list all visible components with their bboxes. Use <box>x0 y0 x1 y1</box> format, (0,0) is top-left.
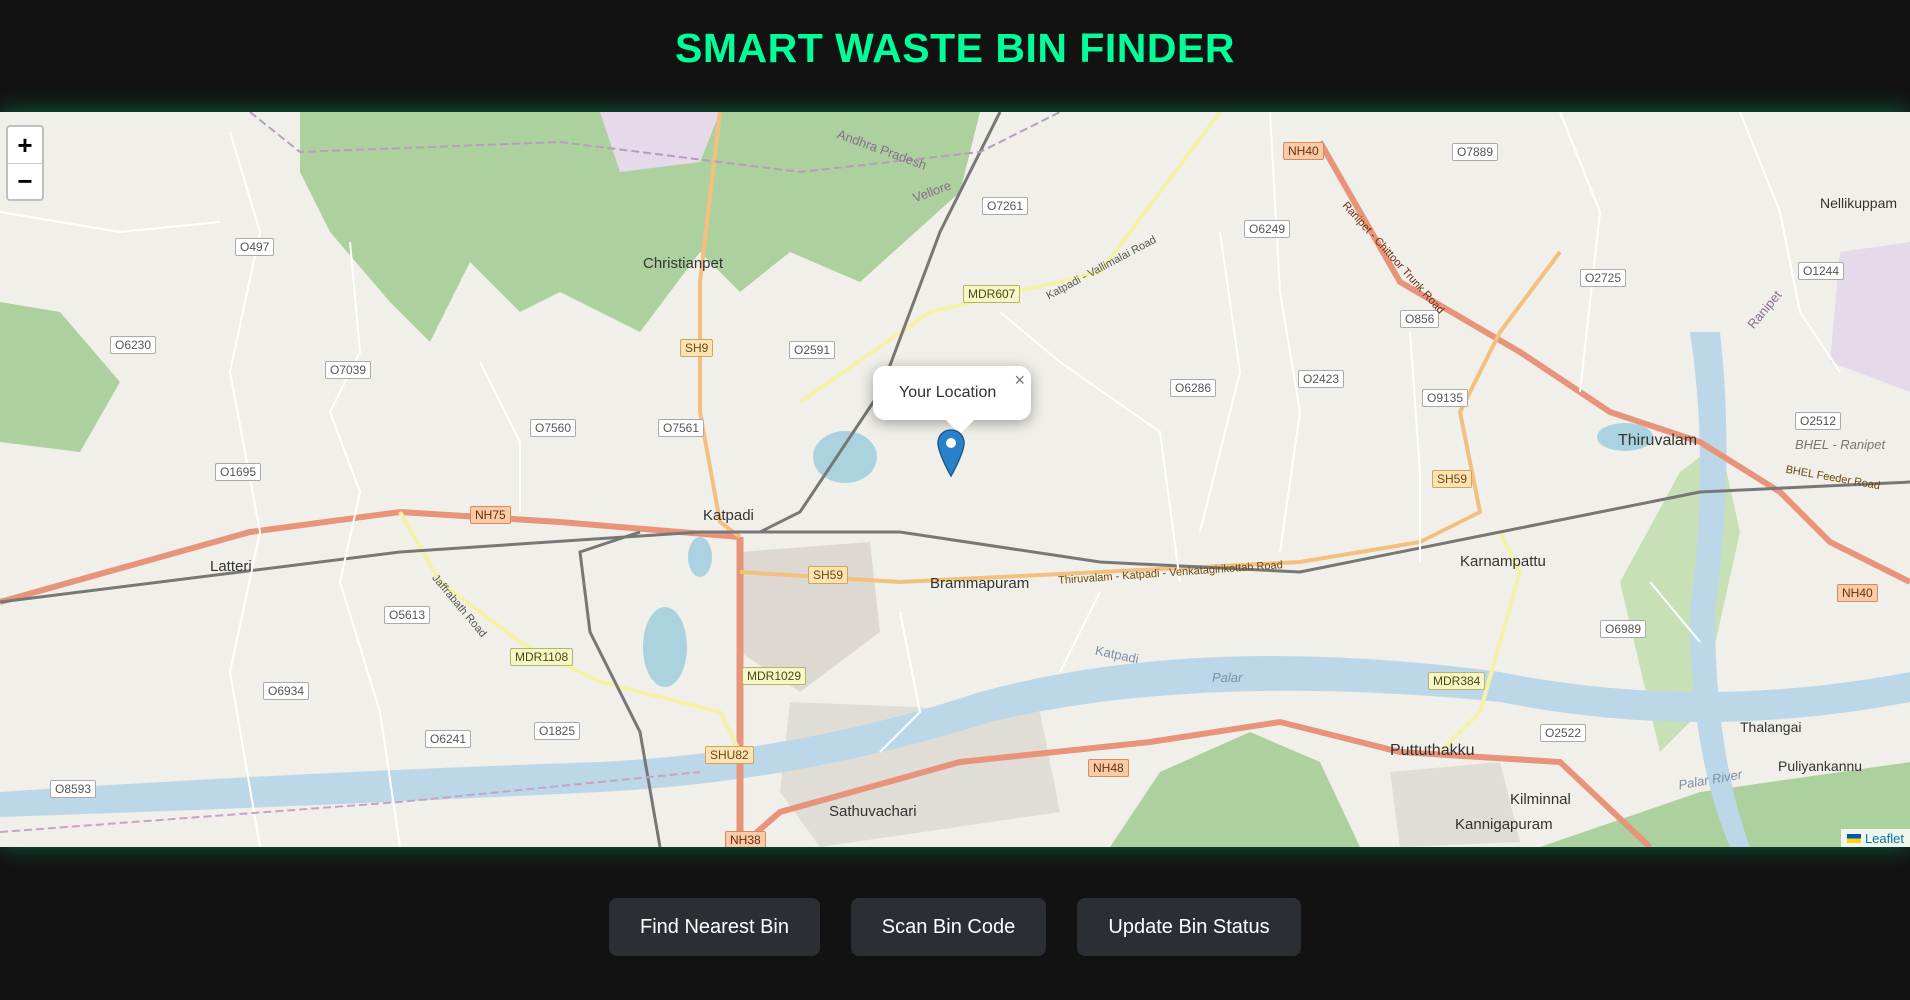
road-shield: O6249 <box>1244 220 1291 238</box>
place-label: Kilminnal <box>1510 791 1571 808</box>
page-title: SMART WASTE BIN FINDER <box>675 24 1235 71</box>
road-shield: O7261 <box>982 197 1029 215</box>
road-shield: O6934 <box>263 682 310 700</box>
road-shield: O9135 <box>1422 389 1469 407</box>
update-bin-status-button[interactable]: Update Bin Status <box>1077 898 1301 956</box>
road-shield: NH38 <box>725 831 766 847</box>
place-label: Christianpet <box>643 255 724 272</box>
place-label: Karnampattu <box>1460 553 1546 570</box>
ukraine-flag-icon <box>1846 833 1861 843</box>
road-shield: MDR607 <box>963 285 1021 303</box>
road-shield: O8593 <box>50 780 97 798</box>
road-shield: NH40 <box>1837 584 1878 602</box>
road-shield: O2512 <box>1795 412 1842 430</box>
place-label: Sathuvachari <box>829 803 917 820</box>
road-shield: O6241 <box>425 730 472 748</box>
location-marker-icon[interactable] <box>935 428 967 478</box>
road-shield: MDR1108 <box>510 648 574 666</box>
road-shield: NH75 <box>470 506 511 524</box>
road-shield: O5613 <box>384 606 431 624</box>
road-shield: SH59 <box>1432 470 1473 488</box>
road-shield: O6230 <box>110 336 157 354</box>
road-shield: O6286 <box>1170 379 1217 397</box>
place-label: Latteri <box>210 558 252 575</box>
road-shield: O497 <box>235 238 275 256</box>
place-label: Puttuthakku <box>1390 742 1475 759</box>
area-label: BHEL - Ranipet <box>1795 437 1886 452</box>
place-label: Katpadi <box>703 507 754 524</box>
place-label: Thiruvalam <box>1618 432 1698 449</box>
road-shield: O2725 <box>1580 269 1627 287</box>
find-nearest-bin-button[interactable]: Find Nearest Bin <box>609 898 820 956</box>
popup-close-button[interactable]: × <box>1014 370 1025 391</box>
road-shield: O7889 <box>1452 143 1499 161</box>
action-bar: Find Nearest Bin Scan Bin Code Update Bi… <box>0 898 1910 956</box>
road-shield: SH59 <box>808 566 849 584</box>
area-label: Palar <box>1212 670 1243 685</box>
place-label: Thalangai <box>1740 719 1802 735</box>
road-shield: O1825 <box>534 722 581 740</box>
road-shield: SH9 <box>680 339 714 357</box>
road-shield: NH48 <box>1088 759 1129 777</box>
road-shield: MDR1029 <box>742 667 807 685</box>
road-shield: O1695 <box>215 463 262 481</box>
place-label: Nellikuppam <box>1820 195 1898 211</box>
road-shield: SHU82 <box>705 746 754 764</box>
attribution-link[interactable]: Leaflet <box>1865 831 1904 846</box>
header: SMART WASTE BIN FINDER <box>0 0 1910 112</box>
map-attribution[interactable]: Leaflet <box>1840 829 1910 847</box>
scan-bin-code-button[interactable]: Scan Bin Code <box>851 898 1046 956</box>
zoom-control: + − <box>6 125 44 201</box>
place-label: Brammapuram <box>930 575 1030 592</box>
road-shield: O7560 <box>530 419 577 437</box>
road-shield: O7561 <box>658 419 705 437</box>
map-view[interactable]: Christianpet Katpadi Latteri Brammapuram… <box>0 112 1910 847</box>
map-tiles[interactable] <box>0 112 1910 847</box>
road-shield: MDR384 <box>1428 672 1486 690</box>
place-label: Puliyankannu <box>1778 758 1863 774</box>
road-shield: O7039 <box>325 361 372 379</box>
road-shield: NH40 <box>1283 142 1324 160</box>
popup-text: Your Location <box>899 384 997 401</box>
road-shield: O2423 <box>1298 370 1345 388</box>
zoom-in-button[interactable]: + <box>8 127 42 163</box>
road-shield: O2591 <box>789 341 836 359</box>
road-shield: O1244 <box>1798 262 1845 280</box>
road-shield: O6989 <box>1600 620 1647 638</box>
place-label: Kannigapuram <box>1455 816 1553 833</box>
zoom-out-button[interactable]: − <box>8 163 42 199</box>
location-popup: Your Location × <box>873 366 1031 435</box>
road-shield: O2522 <box>1540 724 1587 742</box>
